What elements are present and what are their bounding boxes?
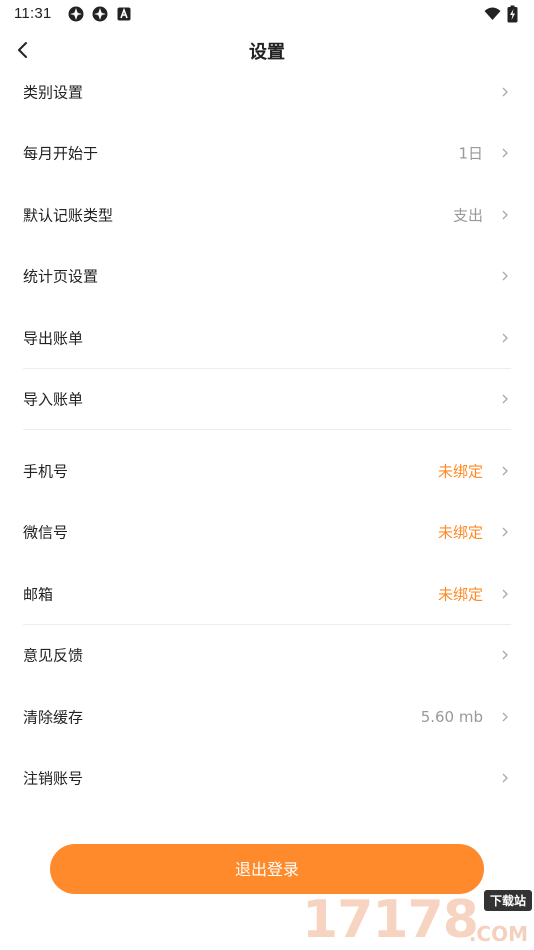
chevron-right-icon [502,527,508,537]
battery-charging-icon [507,5,518,23]
watermark-suffix: .COM [468,922,528,946]
chevron-right-icon [502,773,508,783]
android-debug-icon [117,7,131,21]
chevron-right-icon [502,210,508,220]
row-label: 统计页设置 [23,267,99,286]
row-label: 微信号 [23,523,69,542]
chevron-right-icon [502,333,508,343]
status-time: 11:31 [14,5,52,22]
status-bar: 11:31 [0,0,534,28]
row-value: 未绑定 [437,523,483,542]
chevron-right-icon [502,148,508,158]
row-value: 支出 [452,206,483,225]
divider [23,429,511,430]
watermark: 17178 下载站 .COM [302,890,532,950]
row-label: 默认记账类型 [23,206,114,225]
settings-row-wechat[interactable]: 微信号 未绑定 [0,502,534,564]
settings-row-delete-account[interactable]: 注销账号 [0,748,534,810]
chevron-right-icon [502,87,508,97]
row-label: 清除缓存 [23,708,84,727]
settings-row-export[interactable]: 导出账单 [0,307,534,369]
chevron-right-icon [502,650,508,660]
wifi-icon [484,7,501,20]
settings-row-default-type[interactable]: 默认记账类型 支出 [0,184,534,246]
settings-list: 类别设置 每月开始于 1日 默认记账类型 支出 统计页设置 导出账单 导入账单 … [0,61,534,809]
settings-row-phone[interactable]: 手机号 未绑定 [0,440,534,502]
chevron-right-icon [502,712,508,722]
settings-row-import[interactable]: 导入账单 [0,369,534,430]
row-label: 每月开始于 [23,144,99,163]
row-value: 未绑定 [437,462,483,481]
row-label: 手机号 [23,462,69,481]
app-notification-icon [92,6,108,22]
row-label: 邮箱 [23,585,54,604]
row-label: 注销账号 [23,769,84,788]
settings-row-email[interactable]: 邮箱 未绑定 [0,563,534,625]
chevron-right-icon [502,271,508,281]
row-value: 1日 [458,144,483,163]
chevron-right-icon [502,394,508,404]
settings-row-month-start[interactable]: 每月开始于 1日 [0,123,534,185]
row-value: 5.60 mb [420,707,483,726]
settings-row-stats-page[interactable]: 统计页设置 [0,246,534,308]
row-label: 导出账单 [23,329,84,348]
logout-button[interactable]: 退出登录 [50,844,484,894]
row-value: 未绑定 [437,585,483,604]
watermark-badge: 下载站 [483,890,532,911]
app-notification-icon [68,6,84,22]
chevron-right-icon [502,589,508,599]
row-label: 类别设置 [23,83,84,102]
row-label: 导入账单 [23,390,84,409]
settings-row-feedback[interactable]: 意见反馈 [0,625,534,687]
row-label: 意见反馈 [23,646,84,665]
settings-row-category[interactable]: 类别设置 [0,61,534,123]
watermark-digits: 17178 [302,890,479,950]
settings-row-clear-cache[interactable]: 清除缓存 5.60 mb [0,686,534,748]
chevron-right-icon [502,466,508,476]
